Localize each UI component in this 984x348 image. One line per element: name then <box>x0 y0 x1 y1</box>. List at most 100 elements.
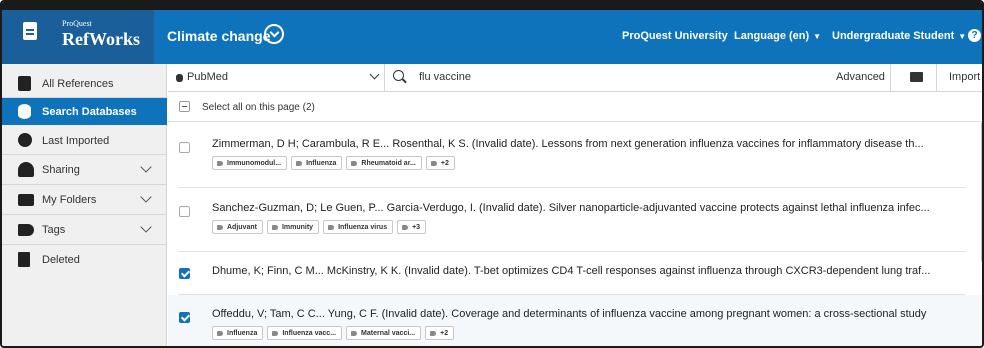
result-citation[interactable]: Zimmerman, D H; Carambula, R E... Rosent… <box>212 138 970 150</box>
tag-chip[interactable]: Immunity <box>266 220 320 234</box>
project-title[interactable]: Climate change <box>167 28 270 44</box>
tag-list: Adjuvant Immunity Influenza virus +3 <box>212 220 427 234</box>
folder-icon <box>18 194 34 206</box>
tag-chip[interactable]: Influenza virus <box>323 220 394 234</box>
refworks-doc-icon <box>23 22 37 40</box>
sidebar-item-deleted[interactable]: Deleted <box>2 246 167 273</box>
divider <box>890 64 891 92</box>
brand-small: ProQuest <box>62 19 92 28</box>
tag-label: +2 <box>440 329 449 337</box>
result-checkbox[interactable] <box>179 206 190 217</box>
tag-label: Influenza virus <box>338 223 388 231</box>
tag-chip[interactable]: Rheumatoid ar... <box>346 156 422 170</box>
search-input[interactable] <box>419 68 819 86</box>
result-row[interactable]: Dhume, K; Finn, C M... McKinstry, K K. (… <box>168 252 982 294</box>
tag-icon <box>430 330 437 336</box>
sidebar-item-label: All References <box>42 78 114 90</box>
folder-icon[interactable] <box>910 72 923 82</box>
tag-label: Immunomodul... <box>227 159 282 167</box>
sidebar-item-tags[interactable]: Tags <box>2 216 167 243</box>
app-window: ProQuest RefWorks Climate change ProQues… <box>0 0 984 348</box>
tag-icon <box>430 160 437 166</box>
caret-down-icon: ▼ <box>958 32 967 41</box>
tag-chip[interactable]: Adjuvant <box>212 220 263 234</box>
tag-icon <box>271 224 278 230</box>
tag-chip[interactable]: Influenza vacc... <box>267 326 343 340</box>
user-role-menu[interactable]: Undergraduate Student ▼ <box>832 30 966 42</box>
chevron-down-icon[interactable] <box>140 221 152 233</box>
tag-label: Immunity <box>281 223 314 231</box>
search-icon[interactable] <box>393 70 404 81</box>
result-row[interactable]: Zimmerman, D H; Carambula, R E... Rosent… <box>168 126 982 186</box>
tag-icon <box>217 330 223 336</box>
sidebar-item-label: Last Imported <box>42 135 110 147</box>
tag-label: Influenza vacc... <box>282 329 337 337</box>
user-role-label: Undergraduate Student <box>832 30 955 42</box>
brand-name: RefWorks <box>62 29 140 49</box>
tag-chip-more[interactable]: +2 <box>425 326 455 340</box>
result-citation[interactable]: Offeddu, V; Tam, C C... Yung, C F. (Inva… <box>212 308 970 320</box>
tag-icon <box>217 224 223 230</box>
divider <box>2 154 167 155</box>
institution-link[interactable]: ProQuest University <box>622 30 728 42</box>
divider <box>2 184 167 185</box>
tag-chip[interactable]: Maternal vacci... <box>346 326 422 340</box>
tag-list: Immunomodul... Influenza Rheumatoid ar..… <box>212 156 455 170</box>
top-bar: ProQuest RefWorks Climate change ProQues… <box>2 2 982 64</box>
result-checkbox[interactable] <box>179 312 190 323</box>
institution-label: ProQuest University <box>622 30 728 42</box>
chevron-down-icon[interactable] <box>369 69 380 80</box>
users-icon <box>18 162 34 177</box>
tag-label: +2 <box>440 159 449 167</box>
divider <box>384 64 385 92</box>
sidebar-item-label: Deleted <box>42 254 80 266</box>
clock-icon <box>18 133 32 147</box>
tag-icon <box>351 160 358 166</box>
sidebar-item-sharing[interactable]: Sharing <box>2 156 167 183</box>
result-citation[interactable]: Sanchez-Guzman, D; Le Guen, P... Garcia-… <box>212 202 970 214</box>
advanced-search-link[interactable]: Advanced <box>836 71 885 83</box>
tag-icon <box>217 160 223 166</box>
tag-label: Rheumatoid ar... <box>361 159 416 167</box>
tag-chip[interactable]: Immunomodul... <box>212 156 288 170</box>
sidebar-item-all-references[interactable]: All References <box>2 70 167 97</box>
help-icon[interactable]: ? <box>968 29 981 42</box>
result-row[interactable]: Offeddu, V; Tam, C C... Yung, C F. (Inva… <box>168 295 982 346</box>
sidebar-item-my-folders[interactable]: My Folders <box>2 186 167 213</box>
select-all-bar: Select all on this page (2) <box>168 94 982 122</box>
tag-icon <box>402 224 409 230</box>
divider <box>2 244 167 245</box>
tag-label: +3 <box>412 223 421 231</box>
project-chevron-icon[interactable] <box>264 24 284 44</box>
logo[interactable]: ProQuest RefWorks <box>2 10 154 64</box>
database-icon <box>18 104 31 119</box>
tag-chip-more[interactable]: +2 <box>425 156 455 170</box>
tag-icon <box>272 330 279 336</box>
sidebar-item-label: Sharing <box>42 164 80 176</box>
sidebar-item-search-databases[interactable]: Search Databases <box>2 98 167 125</box>
chevron-down-icon[interactable] <box>140 191 152 203</box>
import-button[interactable]: Import <box>949 71 980 83</box>
tag-chip[interactable]: Influenza <box>212 326 264 340</box>
database-icon <box>176 74 183 82</box>
tag-list: Influenza Influenza vacc... Maternal vac… <box>212 326 455 340</box>
result-citation[interactable]: Dhume, K; Finn, C M... McKinstry, K K. (… <box>212 265 970 277</box>
tag-chip-more[interactable]: +3 <box>397 220 427 234</box>
tag-label: Influenza <box>306 159 337 167</box>
language-menu[interactable]: Language (en) ▼ <box>734 30 821 42</box>
sidebar-item-last-imported[interactable]: Last Imported <box>2 127 167 154</box>
sidebar-item-label: Tags <box>42 224 66 236</box>
chevron-down-icon[interactable] <box>140 161 152 173</box>
document-icon <box>18 76 31 91</box>
select-all-checkbox[interactable] <box>179 101 190 112</box>
caret-down-icon: ▼ <box>813 32 822 41</box>
tag-chip[interactable]: Influenza <box>291 156 343 170</box>
tag-icon <box>18 224 34 236</box>
select-all-label: Select all on this page (2) <box>202 102 315 113</box>
result-checkbox[interactable] <box>179 142 190 153</box>
trash-icon <box>18 252 30 267</box>
tag-label: Maternal vacci... <box>361 329 416 337</box>
result-row[interactable]: Sanchez-Guzman, D; Le Guen, P... Garcia-… <box>168 188 982 250</box>
sidebar-item-label: My Folders <box>42 194 97 206</box>
result-checkbox[interactable] <box>179 268 190 279</box>
